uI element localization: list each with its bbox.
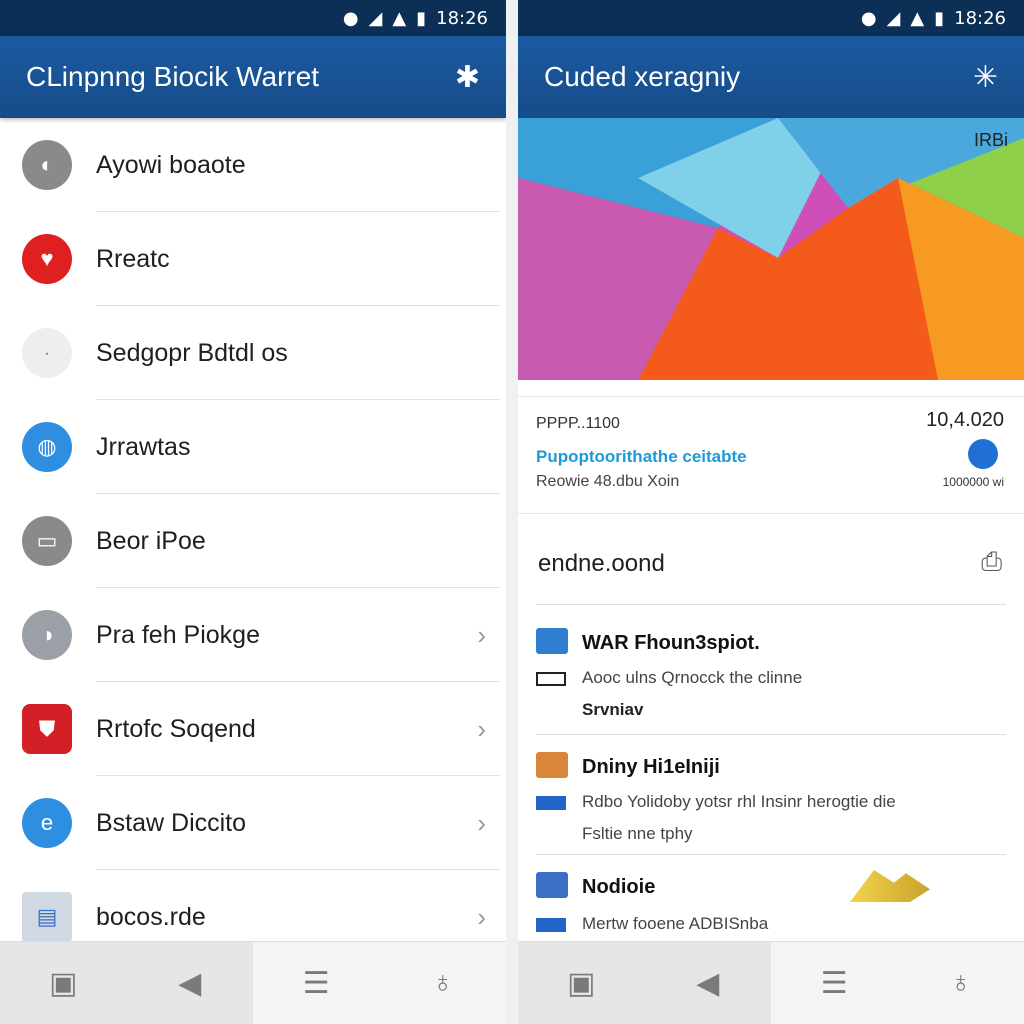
- bars-icon: ▮: [416, 7, 427, 29]
- bottom-nav: ▣ ◀ ☰ ♁: [0, 941, 506, 1024]
- red-heart-icon: ♥: [22, 234, 72, 284]
- feed-entry[interactable]: WAR Fhoun3spiot. Aooc ulns Qrnocck the c…: [518, 622, 1024, 732]
- menu-item-label: Pra feh Piokge: [96, 620, 260, 649]
- red-shield-icon: ⛊: [22, 704, 72, 754]
- signal-icon: ◢: [886, 7, 901, 29]
- hero-label: IRBi: [973, 130, 1008, 150]
- entry-title: WAR Fhoun3spiot.: [582, 632, 760, 654]
- entry-sub: Mertw fooene ADBISnba: [582, 914, 769, 933]
- divider: [536, 604, 1006, 605]
- clock-text: 18:26: [954, 7, 1006, 29]
- entry-sub2: Srvniav: [582, 700, 644, 719]
- divider: [536, 854, 1006, 855]
- blue-globe-icon: ◍: [22, 422, 72, 472]
- divider: [536, 734, 1006, 735]
- gear-icon[interactable]: ✱: [455, 60, 480, 95]
- gray-circle-icon: ◐: [22, 140, 72, 190]
- entry-sub: Aooc ulns Qrnocck the clinne: [582, 668, 803, 687]
- menu-item[interactable]: ♥ Rreatc: [0, 212, 506, 306]
- card-line1: PPPP..1100: [536, 415, 620, 432]
- section-title: endne.oond: [538, 550, 665, 577]
- wallet-icon[interactable]: ▣: [0, 942, 127, 1024]
- menu-icon[interactable]: ☰: [771, 942, 898, 1024]
- menu-item[interactable]: ◑ Pra feh Piokge ›: [0, 588, 506, 682]
- chevron-right-icon: ›: [477, 619, 486, 650]
- chevron-right-icon: ›: [477, 807, 486, 838]
- bars-icon: ▮: [934, 7, 945, 29]
- back-icon[interactable]: ◀: [126, 942, 253, 1024]
- blank-circle-icon: ·: [22, 328, 72, 378]
- location-icon: ●: [342, 7, 359, 29]
- clock-text: 18:26: [436, 7, 488, 29]
- menu-item-label: Beor iPoe: [96, 526, 206, 555]
- panel-divider: [506, 0, 518, 1024]
- app-bar: Cuded xeragniy ✳: [518, 36, 1024, 118]
- right-screen: ● ◢ ▲ ▮ 18:26 Cuded xeragniy ✳ IRBi PPPP…: [518, 0, 1024, 1024]
- left-screen: ● ◢ ▲ ▮ 18:26 CLinpnng Biocik Warret ✱ ◐…: [0, 0, 506, 1024]
- blue-e-icon: e: [22, 798, 72, 848]
- menu-item[interactable]: e Bstaw Diccito ›: [0, 776, 506, 870]
- entry-title: Dniny Hi1eIniji: [582, 756, 720, 778]
- feed-entry[interactable]: Dniny Hi1eIniji Rdbo Yolidoby yotsr rhl …: [518, 746, 1024, 856]
- menu-item[interactable]: ▭ Beor iPoe: [0, 494, 506, 588]
- menu-item-label: Jrrawtas: [96, 432, 191, 461]
- entry-title: Nodioie: [582, 876, 656, 898]
- card-line3: Reowie 48.dbu Xoin: [536, 473, 680, 490]
- feed-entry[interactable]: Nodioie Mertw fooene ADBISnba: [518, 866, 1024, 946]
- wifi-icon: ▲: [910, 7, 925, 29]
- hero-banner: IRBi: [518, 118, 1024, 380]
- card-amount: 10,4.020: [926, 409, 1004, 431]
- menu-icon[interactable]: ☰: [253, 942, 380, 1024]
- app-title: Cuded xeragniy: [544, 61, 741, 92]
- menu-item-label: Ayowi boaote: [96, 150, 246, 179]
- entry-icon: [536, 752, 568, 778]
- menu-item-label: Bstaw Diccito: [96, 808, 247, 837]
- menu-item-label: Rreatc: [96, 244, 170, 273]
- wifi-icon: ▲: [392, 7, 407, 29]
- gray-card-icon: ▭: [22, 516, 72, 566]
- lightbulb-icon[interactable]: ♁: [380, 942, 507, 1024]
- card-link[interactable]: Pupoptoorithathe ceitabte: [536, 447, 747, 467]
- blue-dot-icon: [968, 439, 998, 469]
- transaction-card[interactable]: PPPP..1100 Pupoptoorithathe ceitabte Reo…: [518, 396, 1024, 514]
- card-small: 1000000 wi: [942, 475, 1004, 489]
- entry-sub: Rdbo Yolidoby yotsr rhl Insinr herogtie …: [582, 792, 896, 811]
- location-icon: ●: [860, 7, 877, 29]
- document-icon: ▤: [22, 892, 72, 942]
- menu-item[interactable]: · Sedgopr Bdtdl os: [0, 306, 506, 400]
- signal-icon: ◢: [368, 7, 383, 29]
- wallet-icon[interactable]: ▣: [518, 942, 645, 1024]
- chevron-right-icon: ›: [477, 713, 486, 744]
- entry-sub2: Fsltie nne tphy: [582, 824, 693, 843]
- abstract-wallpaper: [518, 118, 1024, 380]
- status-bar: ● ◢ ▲ ▮ 18:26: [0, 0, 506, 36]
- feed-section: endne.oond ⎙ WAR Fhoun3spiot. Aooc ulns …: [518, 526, 1024, 942]
- menu-item[interactable]: ◍ Jrrawtas: [0, 400, 506, 494]
- menu-item-label: Rrtofc Soqend: [96, 714, 256, 743]
- app-bar: CLinpnng Biocik Warret ✱: [0, 36, 506, 118]
- gold-badge-icon: [850, 870, 930, 902]
- status-bar: ● ◢ ▲ ▮ 18:26: [518, 0, 1024, 36]
- back-icon[interactable]: ◀: [644, 942, 771, 1024]
- blue-card-icon: [536, 796, 566, 810]
- printer-icon[interactable]: ⎙: [981, 546, 1002, 578]
- menu-item[interactable]: ⛊ Rrtofc Soqend ›: [0, 682, 506, 776]
- card-outline-icon: [536, 672, 566, 686]
- menu-list: ◐ Ayowi boaote ♥ Rreatc · Sedgopr Bdtdl …: [0, 118, 506, 964]
- gray-green-icon: ◑: [22, 610, 72, 660]
- menu-item-label: bocos.rde: [96, 902, 206, 931]
- lightbulb-icon[interactable]: ♁: [898, 942, 1024, 1024]
- chevron-right-icon: ›: [477, 901, 486, 932]
- app-title: CLinpnng Biocik Warret: [26, 61, 320, 92]
- menu-item-label: Sedgopr Bdtdl os: [96, 338, 288, 367]
- menu-item[interactable]: ◐ Ayowi boaote: [0, 118, 506, 212]
- asterisk-icon[interactable]: ✳: [973, 60, 998, 95]
- entry-icon: [536, 628, 568, 654]
- bottom-nav: ▣ ◀ ☰ ♁: [518, 941, 1024, 1024]
- blue-card-icon: [536, 918, 566, 932]
- entry-icon: [536, 872, 568, 898]
